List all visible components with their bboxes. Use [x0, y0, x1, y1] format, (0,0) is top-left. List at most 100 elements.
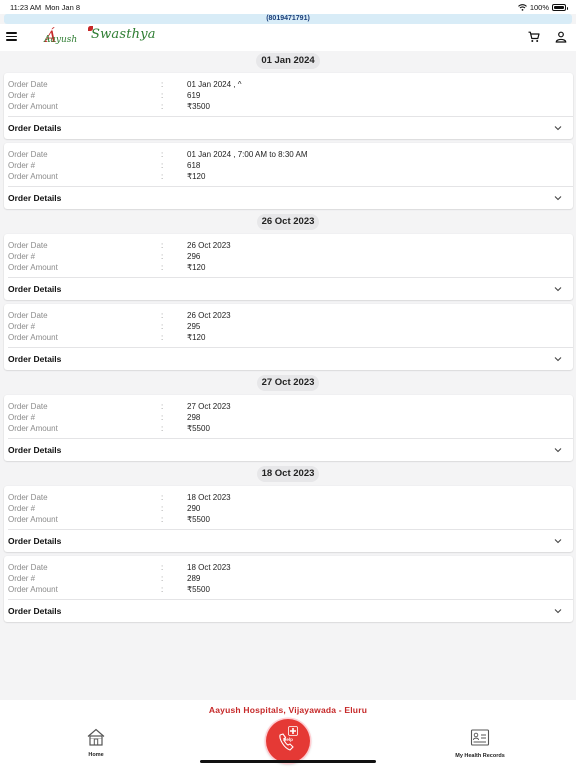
user-icon[interactable] — [555, 31, 567, 43]
order-details-toggle[interactable]: Order Details — [8, 606, 61, 616]
group-date: 18 Oct 2023 — [256, 466, 320, 482]
logo-swasthya: Swasthya — [91, 27, 156, 42]
chevron-down-icon[interactable] — [554, 538, 562, 544]
order-number-row: Order # : 295 — [4, 321, 573, 332]
order-details-toggle[interactable]: Order Details — [8, 123, 61, 133]
divider — [8, 529, 573, 530]
order-date-label: Order Date — [8, 493, 48, 502]
order-card: Order Date : 18 Oct 2023 Order # : 290 O… — [4, 486, 573, 552]
colon: : — [161, 515, 164, 524]
chevron-down-icon[interactable] — [554, 195, 562, 201]
app-logo[interactable]: Á Aayush Swasthya — [44, 26, 156, 50]
order-amount-value: ₹5500 — [187, 515, 210, 524]
order-card: Order Date : 26 Oct 2023 Order # : 296 O… — [4, 234, 573, 300]
home-indicator — [200, 760, 376, 763]
order-number-label: Order # — [8, 161, 36, 170]
order-date-value: 01 Jan 2024 , ^ — [187, 80, 242, 89]
order-details-toggle[interactable]: Order Details — [8, 284, 61, 294]
order-amount-value: ₹120 — [187, 333, 206, 342]
nav-home[interactable]: Home — [56, 728, 136, 758]
colon: : — [161, 333, 164, 342]
top-bar: Á Aayush Swasthya — [0, 24, 576, 51]
order-date-value: 26 Oct 2023 — [187, 241, 231, 250]
order-details-toggle[interactable]: Order Details — [8, 354, 61, 364]
status-right: 100% — [517, 3, 568, 12]
date-header: 01 Jan 2024 — [0, 51, 576, 71]
order-card: Order Date : 01 Jan 2024 , 7:00 AM to 8:… — [4, 143, 573, 209]
chevron-down-icon[interactable] — [554, 356, 562, 362]
order-date-row: Order Date : 18 Oct 2023 — [4, 492, 573, 503]
colon: : — [161, 263, 164, 272]
colon: : — [161, 424, 164, 433]
date-header: 27 Oct 2023 — [0, 373, 576, 393]
wifi-icon — [517, 4, 527, 11]
order-details-toggle[interactable]: Order Details — [8, 536, 61, 546]
group-date: 27 Oct 2023 — [256, 375, 320, 391]
divider — [8, 277, 573, 278]
order-date-label: Order Date — [8, 402, 48, 411]
order-number-value: 289 — [187, 574, 201, 583]
colon: : — [161, 574, 164, 583]
nav-health-records[interactable]: My Health Records — [440, 728, 520, 759]
cart-icon[interactable] — [528, 31, 540, 43]
colon: : — [161, 102, 164, 111]
order-details-toggle[interactable]: Order Details — [8, 193, 61, 203]
order-date-label: Order Date — [8, 241, 48, 250]
group-date: 26 Oct 2023 — [256, 214, 320, 230]
order-number-label: Order # — [8, 574, 36, 583]
order-number-label: Order # — [8, 322, 36, 331]
chevron-down-icon[interactable] — [554, 125, 562, 131]
home-icon — [87, 728, 105, 746]
order-number-label: Order # — [8, 91, 36, 100]
order-card: Order Date : 01 Jan 2024 , ^ Order # : 6… — [4, 73, 573, 139]
nav-home-label: Home — [88, 752, 104, 758]
order-date-value: 18 Oct 2023 — [187, 493, 231, 502]
hospital-location-text[interactable]: Aayush Hospitals, Vijayawada - Eluru — [0, 705, 576, 715]
order-date-label: Order Date — [8, 80, 48, 89]
order-date-row: Order Date : 27 Oct 2023 — [4, 401, 573, 412]
colon: : — [161, 241, 164, 250]
help-label: Help — [283, 737, 293, 742]
colon: : — [161, 563, 164, 572]
divider — [8, 438, 573, 439]
order-date-label: Order Date — [8, 563, 48, 572]
colon: : — [161, 311, 164, 320]
order-date-value: 01 Jan 2024 , 7:00 AM to 8:30 AM — [187, 150, 308, 159]
order-amount-row: Order Amount : ₹3500 — [4, 101, 573, 112]
order-number-label: Order # — [8, 252, 36, 261]
orders-list[interactable]: 01 Jan 2024 Order Date : 01 Jan 2024 , ^… — [0, 51, 576, 699]
order-amount-label: Order Amount — [8, 585, 58, 594]
order-details-toggle[interactable]: Order Details — [8, 445, 61, 455]
order-number-label: Order # — [8, 504, 36, 513]
order-number-row: Order # : 290 — [4, 503, 573, 514]
order-amount-value: ₹5500 — [187, 585, 210, 594]
menu-icon[interactable] — [6, 32, 17, 41]
order-date-row: Order Date : 01 Jan 2024 , ^ — [4, 79, 573, 90]
nav-health-records-label: My Health Records — [455, 753, 505, 759]
order-number-row: Order # : 298 — [4, 412, 573, 423]
colon: : — [161, 172, 164, 181]
order-card: Order Date : 26 Oct 2023 Order # : 295 O… — [4, 304, 573, 370]
chevron-down-icon[interactable] — [554, 447, 562, 453]
order-date-row: Order Date : 01 Jan 2024 , 7:00 AM to 8:… — [4, 149, 573, 160]
colon: : — [161, 91, 164, 100]
order-amount-value: ₹5500 — [187, 424, 210, 433]
colon: : — [161, 322, 164, 331]
help-button[interactable]: Help — [266, 719, 310, 763]
order-number-value: 618 — [187, 161, 201, 170]
order-date-label: Order Date — [8, 150, 48, 159]
logo-aayush: Aayush — [44, 35, 78, 45]
colon: : — [161, 402, 164, 411]
chevron-down-icon[interactable] — [554, 608, 562, 614]
order-date-label: Order Date — [8, 311, 48, 320]
colon: : — [161, 252, 164, 261]
divider — [8, 116, 573, 117]
order-amount-row: Order Amount : ₹120 — [4, 171, 573, 182]
date-header: 26 Oct 2023 — [0, 212, 576, 232]
phone-banner[interactable]: (8019471791) — [4, 14, 572, 24]
order-number-row: Order # : 618 — [4, 160, 573, 171]
order-number-row: Order # : 619 — [4, 90, 573, 101]
chevron-down-icon[interactable] — [554, 286, 562, 292]
order-amount-label: Order Amount — [8, 263, 58, 272]
order-date-row: Order Date : 26 Oct 2023 — [4, 310, 573, 321]
